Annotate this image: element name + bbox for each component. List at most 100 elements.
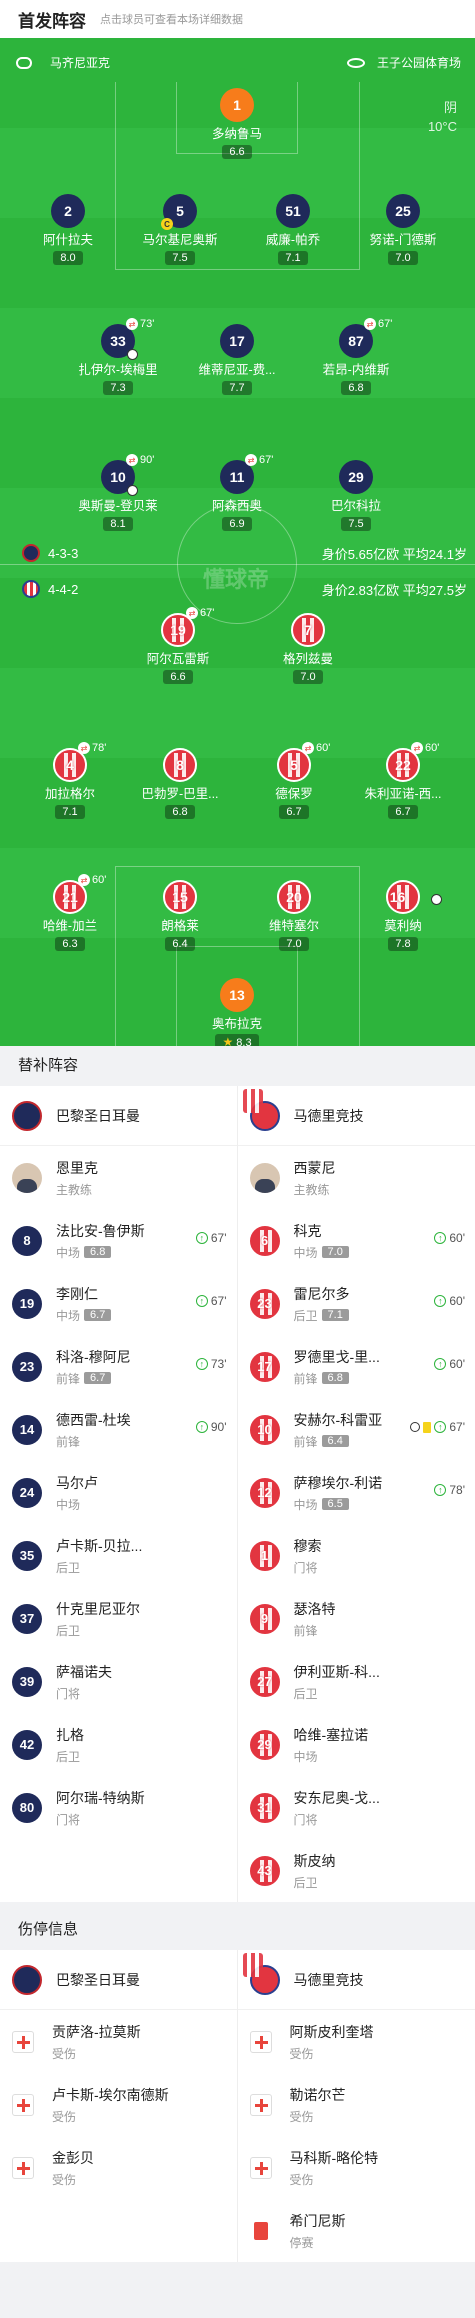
sub-player-row[interactable]: 27 伊利亚斯-科... 后卫 bbox=[238, 1650, 475, 1713]
player-position: 前锋 6.8 bbox=[294, 1370, 380, 1387]
player-rating: 7.0 bbox=[388, 251, 418, 265]
away-subs-col: 马德里竞技 西蒙尼 主教练 6 科克 中场 7.0 ↑ 60' 23 雷尼尔多 后卫 7.1 ↑ 60'… bbox=[237, 1086, 475, 1902]
player-away-mf[interactable]: 8 巴勃罗-巴里... 6.8 bbox=[120, 748, 240, 820]
player-home-df[interactable]: 2 阿什拉夫 8.0 bbox=[8, 194, 128, 266]
sub-player-row[interactable]: 29 哈维-塞拉诺 中场 bbox=[238, 1713, 475, 1776]
coach-row[interactable]: 西蒙尼 主教练 bbox=[238, 1146, 475, 1209]
player-info: 萨穆埃尔-利诺 中场 6.5 bbox=[294, 1473, 383, 1513]
player-away-df[interactable]: 20 维特塞尔 7.0 bbox=[234, 880, 354, 952]
weather-condition: 阴 bbox=[443, 100, 457, 115]
sub-player-row[interactable]: 17 罗德里戈-里... 前锋 6.8 ↑ 60' bbox=[238, 1335, 475, 1398]
lineup-hint: 点击球员可查看本场详细数据 bbox=[100, 14, 243, 26]
player-name: 卢卡斯-埃尔南德斯 bbox=[52, 2086, 169, 2103]
injury-row[interactable]: 阿斯皮利奎塔 受伤 bbox=[238, 2010, 475, 2073]
sub-player-row[interactable]: 8 法比安-鲁伊斯 中场 6.8 ↑ 67' bbox=[0, 1209, 237, 1272]
sub-in-icon: ↑ bbox=[434, 1358, 447, 1370]
sub-player-row[interactable]: 24 马尔卢 中场 bbox=[0, 1461, 237, 1524]
sub-player-row[interactable]: 23 科洛-穆阿尼 前锋 6.7 ↑ 73' bbox=[0, 1335, 237, 1398]
player-info: 罗德里戈-里... 前锋 6.8 bbox=[294, 1347, 380, 1387]
injury-row[interactable]: 卢卡斯-埃尔南德斯 受伤 bbox=[0, 2073, 237, 2136]
sub-in-icon: ↑ bbox=[195, 1358, 208, 1370]
sub-player-row[interactable]: 6 科克 中场 7.0 ↑ 60' bbox=[238, 1209, 475, 1272]
injury-row[interactable]: 勒诺尔芒 受伤 bbox=[238, 2073, 475, 2136]
player-home-df[interactable]: 25 努诺-门德斯 7.0 bbox=[343, 194, 463, 266]
player-away-fw[interactable]: 7 格列兹曼 7.0 bbox=[248, 613, 368, 685]
player-position: 后卫 bbox=[56, 1559, 142, 1576]
position-text: 后卫 bbox=[56, 1560, 81, 1575]
player-away-mf[interactable]: 5 ⇄ 60' 德保罗 6.7 bbox=[234, 742, 354, 820]
injury-row[interactable]: 希门尼斯 停赛 bbox=[238, 2199, 475, 2262]
pitch: 懂球帝 马齐尼亚克 王子公园体育场 阴 10°C 1 多纳鲁马 6.6 2 阿什… bbox=[0, 38, 475, 1046]
injury-row[interactable]: 贡萨洛-拉莫斯 受伤 bbox=[0, 2010, 237, 2073]
sub-player-row[interactable]: 80 阿尔瑞-特纳斯 门将 bbox=[0, 1776, 237, 1839]
sub-in-marker: ↑ 60' bbox=[434, 1294, 465, 1308]
player-number: 19 bbox=[12, 1288, 42, 1319]
sub-in-marker: ↑ 73' bbox=[195, 1357, 227, 1371]
player-away-df[interactable]: 16 莫利纳 7.8 bbox=[343, 880, 463, 952]
sub-player-row[interactable]: 12 萨穆埃尔-利诺 中场 6.5 ↑ 78' bbox=[238, 1461, 475, 1524]
player-name: 科克 bbox=[293, 1222, 322, 1239]
player-home-fw[interactable]: 29 巴尔科拉 7.5 bbox=[296, 460, 416, 532]
atm-logo-icon bbox=[249, 1964, 280, 1995]
sub-player-row[interactable]: 1 穆索 门将 bbox=[238, 1524, 475, 1587]
atm-logo-icon bbox=[22, 580, 40, 598]
player-away-df[interactable]: 15 朗格莱 6.4 bbox=[120, 880, 240, 952]
player-home-df[interactable]: 5 C 马尔基尼奥斯 7.5 bbox=[120, 194, 240, 266]
sub-player-row[interactable]: 37 什克里尼亚尔 后卫 bbox=[0, 1587, 237, 1650]
away-team-row[interactable]: 马德里竞技 bbox=[237, 1086, 475, 1146]
home-subs-list: 8 法比安-鲁伊斯 中场 6.8 ↑ 67' 19 李刚仁 中场 6.7 ↑ 67' 23 科洛-穆阿尼前… bbox=[0, 1209, 237, 1839]
sub-player-row[interactable]: 19 李刚仁 中场 6.7 ↑ 67' bbox=[0, 1272, 237, 1335]
player-name: 德西雷-杜埃 bbox=[56, 1411, 131, 1428]
sub-player-row[interactable]: 42 扎格 后卫 bbox=[0, 1713, 237, 1776]
player-number: 43 bbox=[249, 1855, 280, 1886]
player-away-df[interactable]: 21 ⇄ 60' 哈维-加兰 6.3 bbox=[10, 874, 130, 952]
player-info: 法比安-鲁伊斯 中场 6.8 bbox=[56, 1221, 145, 1261]
sub-player-row[interactable]: 23 雷尼尔多 后卫 7.1 ↑ 60' bbox=[238, 1272, 475, 1335]
player-rating: 7.5 bbox=[341, 517, 371, 531]
player-away-mf[interactable]: 4 ⇄ 78' 加拉格尔 7.1 bbox=[10, 742, 130, 820]
player-number-text: 9 bbox=[260, 1611, 269, 1626]
player-name: 马尔基尼奥斯 bbox=[142, 233, 218, 247]
injury-info: 阿斯皮利奎塔 受伤 bbox=[290, 2022, 374, 2062]
lineup-title: 首发阵容 bbox=[18, 11, 86, 31]
sub-player-row[interactable]: 39 萨福诺夫 门将 bbox=[0, 1650, 237, 1713]
away-team-row[interactable]: 马德里竞技 bbox=[237, 1950, 475, 2010]
lineup-header: 首发阵容 点击球员可查看本场详细数据 bbox=[0, 0, 475, 38]
sub-minute: 60' bbox=[449, 1357, 465, 1371]
position-text: 门将 bbox=[293, 1812, 318, 1827]
player-home-mf[interactable]: 17 维蒂尼亚-费... 7.7 bbox=[177, 324, 297, 396]
player-home-mf[interactable]: 33 ⇄ 73' 扎伊尔-埃梅里 7.3 bbox=[58, 318, 178, 396]
coach-row[interactable]: 恩里克 主教练 bbox=[0, 1146, 237, 1209]
sub-player-row[interactable]: 31 安东尼奥-戈... 门将 bbox=[238, 1776, 475, 1839]
player-info: 扎格 后卫 bbox=[56, 1725, 84, 1765]
player-away-fw[interactable]: 19 ⇄ 67' 阿尔瓦雷斯 6.6 bbox=[118, 607, 238, 685]
player-home-gk[interactable]: 1 多纳鲁马 6.6 bbox=[177, 88, 297, 160]
sub-player-row[interactable]: 9 瑟洛特 前锋 bbox=[238, 1587, 475, 1650]
player-home-fw[interactable]: 11 ⇄ 67' 阿森西奥 6.9 bbox=[177, 454, 297, 532]
player-name: 阿森西奥 bbox=[211, 499, 262, 513]
home-team-row[interactable]: 巴黎圣日耳曼 bbox=[0, 1950, 237, 2010]
player-away-mf[interactable]: 22 ⇄ 60' 朱利亚诺-西... 6.7 bbox=[343, 742, 463, 820]
injury-row[interactable]: 金彭贝 受伤 bbox=[0, 2136, 237, 2199]
sub-player-row[interactable]: 14 德西雷-杜埃 前锋 ↑ 90' bbox=[0, 1398, 237, 1461]
player-position: 中场 6.7 bbox=[56, 1307, 112, 1324]
injury-row[interactable]: 马科斯-略伦特 受伤 bbox=[238, 2136, 475, 2199]
medical-cross-icon bbox=[12, 2093, 34, 2116]
player-number: 6 bbox=[249, 1225, 280, 1256]
sub-player-row[interactable]: 10 安赫尔-科雷亚 前锋 6.4 ↑ 67' bbox=[238, 1398, 475, 1461]
whistle-icon bbox=[16, 56, 32, 69]
player-number: 17 bbox=[249, 1351, 280, 1382]
player-home-mf[interactable]: 87 ⇄ 67' 若昂-内维斯 6.8 bbox=[296, 318, 416, 396]
player-home-df[interactable]: 51 威廉-帕乔 7.1 bbox=[233, 194, 353, 266]
home-team-row[interactable]: 巴黎圣日耳曼 bbox=[0, 1086, 237, 1146]
player-name: 瑟洛特 bbox=[293, 1600, 336, 1617]
subs-section: 替补阵容 巴黎圣日耳曼 恩里克 主教练 8 法比安-鲁伊斯 中场 6.8 ↑ 67' 19 李刚… bbox=[0, 1046, 475, 1902]
player-away-gk[interactable]: 13 奥布拉克 ★ 8.3 bbox=[177, 978, 297, 1046]
sub-player-row[interactable]: 43 斯皮纳 后卫 bbox=[238, 1839, 475, 1902]
sub-player-row[interactable]: 35 卢卡斯-贝拉... 后卫 bbox=[0, 1524, 237, 1587]
injury-info: 金彭贝 受伤 bbox=[52, 2148, 94, 2188]
weather: 阴 10°C bbox=[428, 98, 457, 136]
player-home-fw[interactable]: 10 ⇄ 90' 奥斯曼-登贝莱 8.1 bbox=[58, 454, 178, 532]
sub-out-icon: ⇄ bbox=[78, 742, 90, 754]
player-info: 斯皮纳 后卫 bbox=[294, 1851, 336, 1891]
